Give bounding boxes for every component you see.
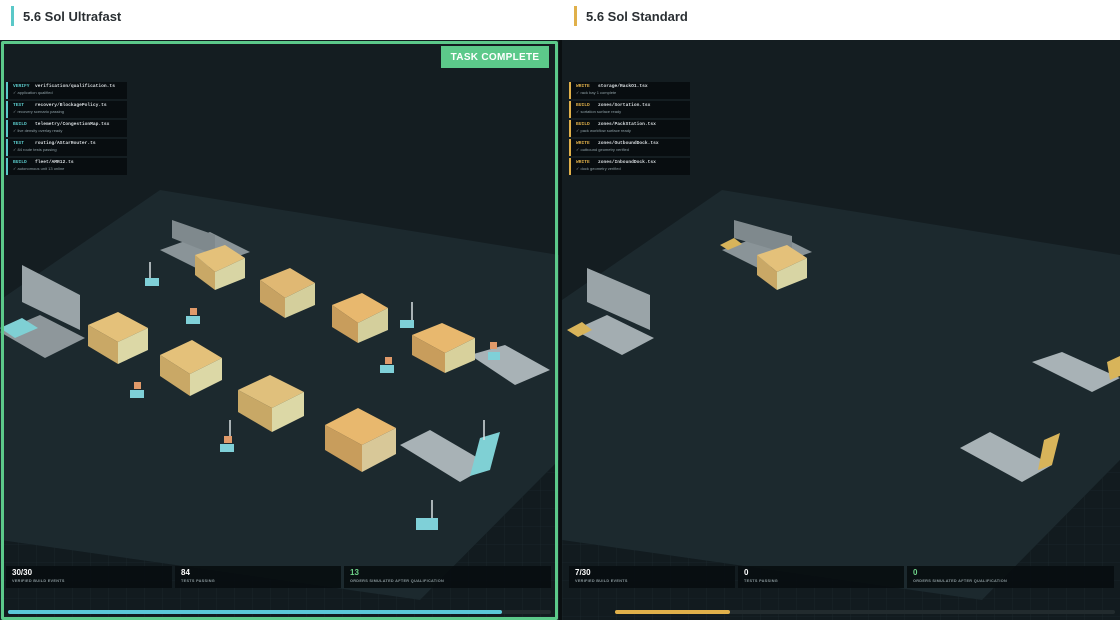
log-type: WRITE (576, 141, 590, 146)
right-panel-heading: 5.6 Sol Standard (574, 5, 688, 27)
left-panel-heading: 5.6 Sol Ultrafast (11, 5, 121, 27)
warehouse-floor (562, 190, 1120, 600)
log-note: ✓ autonomous unit 13 online (13, 165, 65, 171)
stat-value: 13 (350, 568, 359, 577)
log-entry: TEST routing/AStarRouter.ts ✓ 84 route te… (6, 139, 127, 156)
log-type: TEST (13, 141, 25, 146)
log-file: zones/OutboundDock.tsx (598, 141, 659, 146)
right-stats-bar: 7/30 VERIFIED BUILD EVENTS 0 TESTS PASSI… (569, 566, 1117, 588)
stat-tests-passing: 0 TESTS PASSING (738, 566, 904, 588)
right-progress-fill (615, 610, 730, 614)
log-file: recovery/BlockagePolicy.ts (35, 103, 107, 108)
stat-value: 30/30 (12, 568, 33, 577)
task-complete-badge: TASK COMPLETE (441, 46, 549, 68)
log-note: ✓ pack workflow surface ready (576, 127, 631, 133)
left-accent-bar (11, 6, 14, 26)
log-note: ✓ rack bay 1 complete (576, 89, 617, 95)
log-note: ✓ application qualified (13, 89, 53, 95)
right-accent-bar (574, 6, 577, 26)
log-type: BUILD (576, 103, 590, 108)
stat-label: ORDERS SIMULATED AFTER QUALIFICATION (913, 579, 1008, 583)
left-progress-bar (8, 610, 551, 614)
log-entry: WRITE zones/OutboundDock.tsx ✓ outbound g… (569, 139, 690, 156)
log-entry: WRITE zones/InboundDock.tsx ✓ dock geomet… (569, 158, 690, 175)
stat-value: 0 (913, 568, 918, 577)
comparison-header: 5.6 Sol Ultrafast 5.6 Sol Standard (0, 0, 1120, 40)
log-entry: VERIFY verification/qualification.ts ✓ ap… (6, 82, 127, 99)
log-note: ✓ sortation surface ready (576, 108, 622, 114)
log-entry: WRITE storage/RackO1.tsx ✓ rack bay 1 com… (569, 82, 690, 99)
stat-tests-passing: 84 TESTS PASSING (175, 566, 341, 588)
log-entry: BUILD fleet/AMR12.ts ✓ autonomous unit 13… (6, 158, 127, 175)
log-entry: BUILD zones/PackStation.tsx ✓ pack workfl… (569, 120, 690, 137)
log-type: BUILD (13, 122, 27, 127)
panel-divider (559, 40, 562, 620)
log-entry: BUILD zones/Sortation.tsx ✓ sortation sur… (569, 101, 690, 118)
stat-label: VERIFIED BUILD EVENTS (12, 579, 65, 583)
log-file: routing/AStarRouter.ts (35, 141, 96, 146)
stat-label: VERIFIED BUILD EVENTS (575, 579, 628, 583)
log-type: WRITE (576, 84, 590, 89)
stat-verified-events: 7/30 VERIFIED BUILD EVENTS (569, 566, 735, 588)
stat-label: TESTS PASSING (181, 579, 215, 583)
log-type: WRITE (576, 160, 590, 165)
left-stats-bar: 30/30 VERIFIED BUILD EVENTS 84 TESTS PAS… (6, 566, 554, 588)
log-type: TEST (13, 103, 25, 108)
stat-verified-events: 30/30 VERIFIED BUILD EVENTS (6, 566, 172, 588)
log-note: ✓ 84 route tests passing (13, 146, 57, 152)
right-panel-title: 5.6 Sol Standard (586, 8, 688, 24)
log-note: ✓ outbound geometry verified (576, 146, 629, 152)
stat-orders-simulated: 13 ORDERS SIMULATED AFTER QUALIFICATION (344, 566, 551, 588)
log-entry: BUILD telemetry/CongestionMap.tsx ✓ live … (6, 120, 127, 137)
log-file: zones/Sortation.tsx (598, 103, 651, 108)
log-file: zones/InboundDock.tsx (598, 160, 656, 165)
log-type: BUILD (576, 122, 590, 127)
log-file: verification/qualification.ts (35, 84, 115, 89)
log-note: ✓ recovery scenario passing (13, 108, 64, 114)
log-file: storage/RackO1.tsx (598, 84, 648, 89)
stat-value: 84 (181, 568, 190, 577)
stat-label: ORDERS SIMULATED AFTER QUALIFICATION (350, 579, 445, 583)
log-file: zones/PackStation.tsx (598, 122, 656, 127)
left-panel-title: 5.6 Sol Ultrafast (23, 8, 122, 24)
left-progress-fill (8, 610, 503, 614)
log-file: fleet/AMR12.ts (35, 160, 74, 165)
stat-label: TESTS PASSING (744, 579, 778, 583)
stat-value: 7/30 (575, 568, 591, 577)
log-note: ✓ live density overlay ready (13, 127, 63, 133)
right-progress-bar (615, 610, 1115, 614)
log-type: VERIFY (13, 84, 30, 89)
log-file: telemetry/CongestionMap.tsx (35, 122, 110, 127)
log-entry: TEST recovery/BlockagePolicy.ts ✓ recover… (6, 101, 127, 118)
stat-orders-simulated: 0 ORDERS SIMULATED AFTER QUALIFICATION (907, 566, 1114, 588)
log-type: BUILD (13, 160, 27, 165)
stat-value: 0 (744, 568, 749, 577)
log-note: ✓ dock geometry verified (576, 165, 621, 171)
